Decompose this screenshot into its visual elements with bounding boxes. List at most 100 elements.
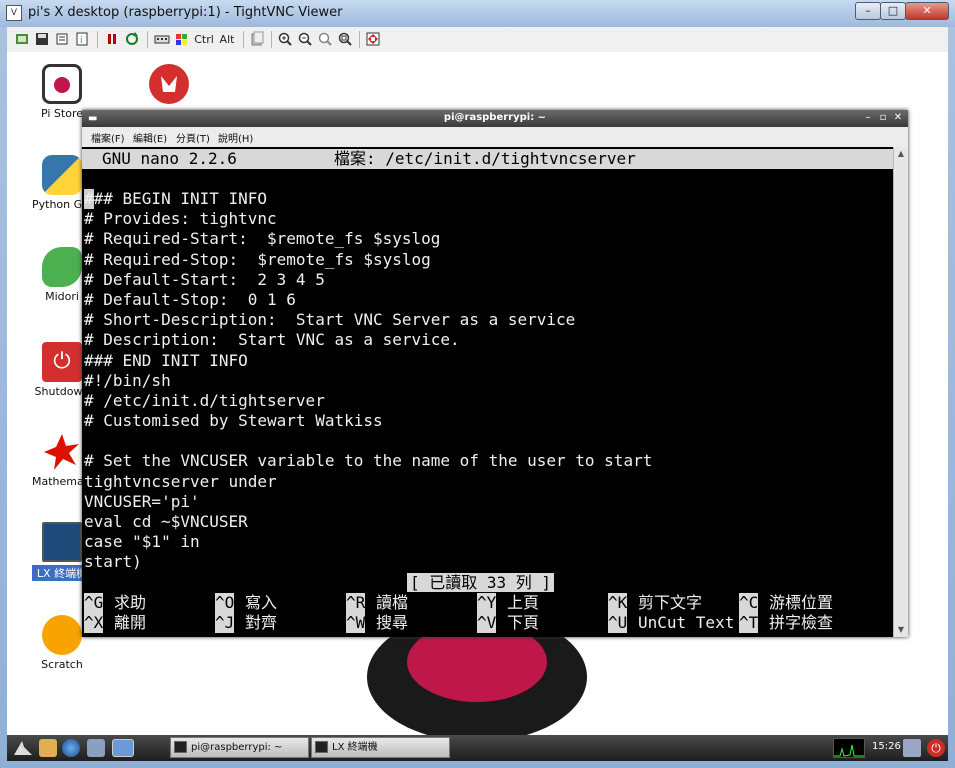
info-icon[interactable]: i [73,31,91,48]
zoom-out-icon[interactable] [296,31,314,48]
editor-line[interactable]: # Description: Start VNC as a service. [84,330,890,350]
shortcut-key: ^K [608,593,628,613]
desktop-icon-label: Scratch [41,658,83,671]
toolbar-separator [243,31,244,48]
power-icon[interactable]: ⏻ [927,739,945,757]
workspace-icon[interactable] [87,739,105,757]
shortcut-key: ^W [346,613,366,633]
shortcut-label: UnCut Text [638,613,735,632]
nano-editor-body[interactable]: ### BEGIN INIT INFO # Provides: tightvnc #… [84,189,890,573]
close-button[interactable]: ✕ [905,2,949,20]
ctrl-esc-icon[interactable] [173,31,191,48]
clock[interactable]: 15:26 [872,741,901,752]
toolbar-separator [97,31,98,48]
editor-line[interactable]: # Default-Stop: 0 1 6 [84,290,890,310]
shortcut-label: 寫入 [245,593,278,612]
editor-line[interactable]: start) [84,552,890,572]
save-icon[interactable] [33,31,51,48]
ctrl-alt-del-icon[interactable] [153,31,171,48]
terminal-icon [315,741,328,753]
wolfram-icon [149,64,189,104]
shortcut-label: 搜尋 [376,613,409,632]
cpu-monitor [833,738,865,758]
zoom-auto-icon[interactable] [336,31,354,48]
lock-screen-icon[interactable] [903,739,921,757]
options-icon[interactable] [53,31,71,48]
lxde-menu-icon[interactable] [12,739,34,757]
shortcut-label: 讀檔 [376,593,409,612]
task-label: pi@raspberrypi: ~ [191,742,283,753]
editor-line[interactable] [84,431,890,451]
shortcut-label: 下頁 [507,613,540,632]
editor-line[interactable]: # Set the VNCUSER variable to the name o… [84,451,890,471]
terminal-titlebar[interactable]: ▬ pi@raspberrypi: ~ – ▫ ✕ [82,110,908,127]
file-manager-icon[interactable] [39,739,57,757]
mathematica-icon [42,432,82,472]
menu-help[interactable]: 說明(H) [218,130,253,145]
terminal-window[interactable]: ▬ pi@raspberrypi: ~ – ▫ ✕ 檔案(F) 編輯(E) 分頁… [82,110,908,637]
terminal-screen[interactable]: GNU nano 2.2.6 檔案: /etc/init.d/tightvncs… [82,147,893,637]
terminal-minimize-icon[interactable]: – [862,112,874,124]
editor-line[interactable]: # Short-Description: Start VNC Server as… [84,310,890,330]
pause-icon[interactable] [103,31,121,48]
editor-line[interactable]: # /etc/init.d/tightserver [84,391,890,411]
terminal-close-icon[interactable]: ✕ [892,112,904,124]
new-connection-icon[interactable] [13,31,31,48]
shortcut-key: ^C [739,593,759,613]
task-lxterminal[interactable]: LX 終端機 [311,737,450,758]
vnc-app-icon[interactable]: V [6,5,22,21]
task-label: LX 終端機 [332,742,378,753]
shortcut-key: ^T [739,613,759,633]
editor-line[interactable]: VNCUSER='pi' [84,492,890,512]
terminal-icon [174,741,187,753]
clipboard-icon[interactable] [248,31,266,48]
alt-key-button[interactable]: Alt [217,31,237,48]
remote-desktop[interactable]: Pi Store Python Games Midori ⏻ Shutdown … [7,52,948,735]
shortcut-key: ^V [477,613,497,633]
refresh-icon[interactable] [123,31,141,48]
editor-line[interactable]: ### BEGIN INIT INFO [84,189,890,209]
editor-line[interactable]: # Required-Stop: $remote_fs $syslog [84,250,890,270]
shortcut-label: 拼字檢查 [769,613,834,632]
scroll-up-icon[interactable]: ▲ [894,147,908,161]
desktop-icon-wolfram[interactable] [139,64,199,107]
menu-tabs[interactable]: 分頁(T) [176,130,210,145]
shortcut-key: ^O [215,593,235,613]
shortcut-key: ^Y [477,593,497,613]
shortcut-key: ^G [84,593,104,613]
editor-line[interactable]: case "$1" in [84,532,890,552]
ctrl-key-button[interactable]: Ctrl [193,31,215,48]
fullscreen-icon[interactable] [364,31,382,48]
editor-line[interactable]: #!/bin/sh [84,371,890,391]
vnc-viewer-window: V pi's X desktop (raspberrypi:1) - Tight… [0,0,955,768]
editor-line[interactable]: ### END INIT INFO [84,351,890,371]
editor-line[interactable]: # Required-Start: $remote_fs $syslog [84,229,890,249]
toolbar-separator [359,31,360,48]
editor-line[interactable]: # Customised by Stewart Watkiss [84,411,890,431]
midori-icon [42,247,82,287]
zoom-in-icon[interactable] [276,31,294,48]
python-icon [42,155,82,195]
editor-line[interactable]: eval cd ~$VNCUSER [84,512,890,532]
editor-line[interactable]: tightvncserver under [84,472,890,492]
editor-line[interactable]: # Provides: tightvnc [84,209,890,229]
shutdown-icon: ⏻ [42,342,82,382]
svg-text:i: i [80,36,83,46]
web-browser-icon[interactable] [62,739,80,757]
terminal-menubar: 檔案(F) 編輯(E) 分頁(T) 說明(H) [82,127,908,148]
minimize-button[interactable]: – [855,2,881,20]
shortcut-row: ^X 離開 ^J 對齊 ^W 搜尋 ^V 下頁 ^U UnCut Text ^T 拼字檢查 [84,613,890,633]
menu-edit[interactable]: 編輯(E) [133,130,167,145]
shortcut-label: 對齊 [245,613,278,632]
terminal-scrollbar[interactable]: ▲ ▼ [893,147,908,637]
show-desktop-icon[interactable] [112,739,134,757]
terminal-maximize-icon[interactable]: ▫ [877,112,889,124]
scroll-down-icon[interactable]: ▼ [894,623,908,637]
menu-file[interactable]: 檔案(F) [91,130,125,145]
toolbar-separator [147,31,148,48]
vnc-titlebar[interactable]: V pi's X desktop (raspberrypi:1) - Tight… [0,0,955,27]
zoom-100-icon[interactable] [316,31,334,48]
task-terminal[interactable]: pi@raspberrypi: ~ [170,737,309,758]
editor-line[interactable]: # Default-Start: 2 3 4 5 [84,270,890,290]
maximize-button[interactable]: □ [880,2,906,20]
